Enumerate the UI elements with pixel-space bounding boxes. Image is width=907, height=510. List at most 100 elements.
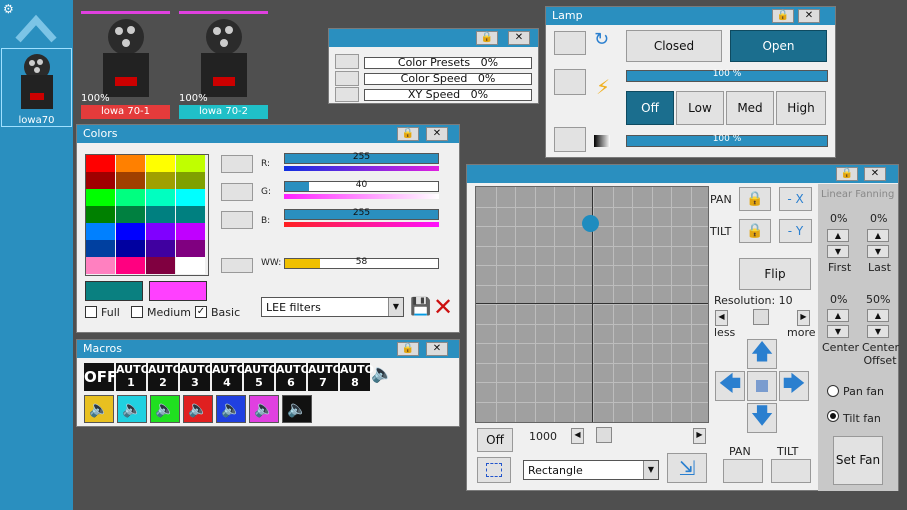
macro-off-button[interactable]: OFF [84,363,117,391]
flip-button[interactable]: Flip [739,258,811,290]
dropdown-arrow-icon[interactable]: ▼ [388,298,403,316]
gear-icon[interactable]: ⚙ [3,2,14,16]
color-cell[interactable] [86,155,115,172]
color-cell[interactable] [116,206,145,223]
white-warm-button[interactable] [221,258,253,273]
macro-sound-button[interactable]: 🔈 [249,395,279,423]
color-cell[interactable] [176,223,205,240]
medium-checkbox[interactable] [131,306,143,318]
pan-fan-radio[interactable] [827,385,839,397]
resolution-slider-thumb[interactable] [753,309,769,325]
macro-auto-button[interactable]: AUTO 6 [276,363,310,391]
offset-down-button[interactable]: ▼ [867,325,889,338]
close-icon[interactable]: ✕ [798,9,820,23]
lamp-shutter-button[interactable] [554,31,586,55]
resolution-right-button[interactable]: ▶ [797,310,810,326]
color-cell[interactable] [86,240,115,257]
color-grid[interactable] [85,154,209,276]
center-up-button[interactable]: ▲ [827,309,849,322]
color-cell[interactable] [176,240,205,257]
swap-button[interactable]: ⇲ [667,453,707,483]
color-cell[interactable] [86,189,115,206]
color-cell[interactable] [176,189,205,206]
xy-position-dot[interactable] [581,215,599,233]
macro-auto-button[interactable]: AUTO 8 [340,363,374,391]
macro-sound-button[interactable]: 🔈 [183,395,213,423]
speed-left-button[interactable]: ◀ [571,428,584,444]
lock-icon[interactable]: 🔒 [772,9,794,23]
color-cell[interactable] [146,206,175,223]
shape-select[interactable]: Rectangle ▼ [523,460,659,480]
color-swatch-secondary[interactable] [149,281,207,301]
lamp-intensity-bar[interactable]: 100 % [626,69,828,82]
move-down-button[interactable]: 🡇 [747,403,777,433]
lamp-dimmer-bar[interactable]: 100 % [626,134,828,147]
invert-x-button[interactable]: - X [779,187,812,211]
color-cell[interactable] [86,172,115,189]
color-swatch-primary[interactable] [85,281,143,301]
blue-button[interactable] [221,211,253,229]
color-cell[interactable] [146,172,175,189]
close-icon[interactable]: ✕ [864,167,886,181]
white-warm-bar[interactable]: 58 [284,257,439,269]
chevron-up-icon[interactable] [14,8,58,44]
macro-auto-button[interactable]: AUTO 2 [148,363,182,391]
save-icon[interactable]: 💾 [410,297,431,317]
blue-bar[interactable]: 255 [284,208,439,220]
macro-sound-button[interactable]: 🔈 [150,395,180,423]
lock-icon[interactable]: 🔒 [476,31,498,45]
xy-speed-bar[interactable]: XY Speed 0% [364,88,532,101]
first-down-button[interactable]: ▼ [827,245,849,258]
fixture-1-label[interactable]: lowa 70-1 [81,105,170,119]
color-cell[interactable] [146,240,175,257]
color-cell[interactable] [116,257,145,274]
lamp-med-button[interactable]: Med [726,91,774,125]
color-cell[interactable] [116,155,145,172]
macro-auto-button[interactable]: AUTO 4 [212,363,246,391]
closed-button[interactable]: Closed [626,30,722,62]
basic-checkbox[interactable]: ✓ [195,306,207,318]
macro-auto-button[interactable]: AUTO 5 [244,363,278,391]
fixture-2-label[interactable]: lowa 70-2 [179,105,268,119]
lock-icon[interactable]: 🔒 [397,342,419,356]
pan-lock-button[interactable]: 🔒 [739,187,771,211]
color-presets-bar[interactable]: Color Presets 0% [364,56,532,69]
color-cell[interactable] [146,223,175,240]
lock-icon[interactable]: 🔒 [836,167,858,181]
tilt-fan-radio[interactable] [827,410,839,422]
set-fan-button[interactable]: Set Fan [833,436,883,485]
color-cell[interactable] [146,189,175,206]
color-presets-button[interactable] [335,54,359,69]
green-button[interactable] [221,183,253,201]
green-bar[interactable]: 40 [284,180,439,192]
color-cell[interactable] [176,172,205,189]
red-button[interactable] [221,155,253,173]
xy-pad[interactable] [475,186,709,423]
full-checkbox[interactable] [85,306,97,318]
moving-head-icon[interactable] [97,17,155,99]
color-cell[interactable] [146,155,175,172]
speed-slider-thumb[interactable] [596,427,612,443]
offset-up-button[interactable]: ▲ [867,309,889,322]
effect-off-button[interactable]: Off [477,428,513,452]
lamp-high-button[interactable]: High [776,91,826,125]
color-speed-button[interactable] [335,71,359,86]
move-up-button[interactable]: 🡅 [747,339,777,369]
color-cell[interactable] [146,257,175,274]
selection-box-button[interactable] [477,457,511,483]
color-cell[interactable] [176,206,205,223]
macro-sound-button[interactable]: 🔈 [84,395,114,423]
color-cell[interactable] [86,223,115,240]
color-cell[interactable] [116,172,145,189]
close-icon[interactable]: ✕ [426,342,448,356]
clear-icon[interactable]: ✕ [433,293,453,321]
xy-speed-button[interactable] [335,87,359,102]
center-down-button[interactable]: ▼ [827,325,849,338]
move-left-button[interactable]: 🡄 [715,371,745,401]
close-icon[interactable]: ✕ [426,127,448,141]
color-cell[interactable] [116,223,145,240]
color-cell[interactable] [86,206,115,223]
color-cell[interactable] [116,240,145,257]
last-up-button[interactable]: ▲ [867,229,889,242]
color-cell[interactable] [176,155,205,172]
